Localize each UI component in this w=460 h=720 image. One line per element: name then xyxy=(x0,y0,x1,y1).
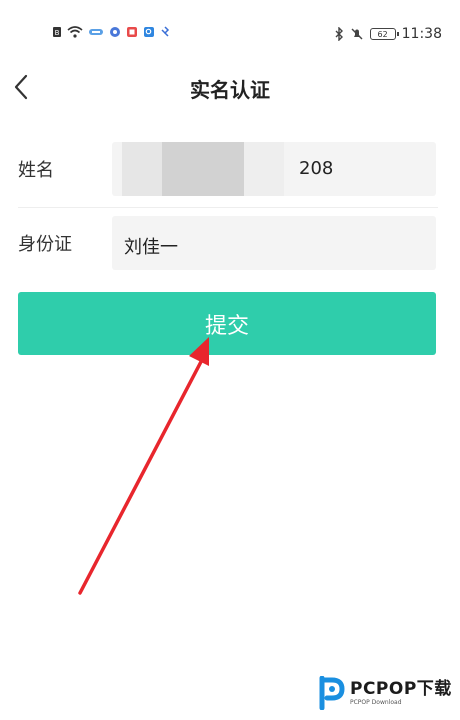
status-bar: B 62 11:38 xyxy=(0,0,460,66)
svg-text:B: B xyxy=(55,29,60,37)
bluetooth-icon xyxy=(335,27,343,41)
pcpop-logo-icon xyxy=(319,676,345,710)
id-row: 身份证 刘佳一 xyxy=(0,216,460,272)
id-value: 刘佳一 xyxy=(124,237,178,258)
page-title: 实名认证 xyxy=(190,78,270,102)
status-time: 11:38 xyxy=(401,26,442,42)
app-icon xyxy=(127,27,137,37)
watermark-logo: PCPOP下载 PCPOP Download xyxy=(318,676,452,710)
status-icons-left: B xyxy=(52,26,170,38)
wifi-icon xyxy=(67,26,83,38)
sim-icon: B xyxy=(53,27,61,37)
name-input[interactable]: 208 xyxy=(112,142,436,196)
blurred-redaction xyxy=(244,142,284,196)
nav-bar: 实名认证 xyxy=(0,66,460,110)
screen: B 62 11:38 实名认证 姓名 208 身份证 刘佳一 提交 PCPOP下… xyxy=(0,0,460,720)
battery-level: 62 xyxy=(377,29,388,39)
name-row: 姓名 208 xyxy=(0,142,460,198)
app-icon xyxy=(161,26,170,37)
app-icon xyxy=(89,29,103,35)
blurred-redaction xyxy=(162,142,244,196)
id-label: 身份证 xyxy=(18,234,72,255)
watermark-subtext: PCPOP Download xyxy=(350,698,402,706)
blurred-redaction xyxy=(122,142,162,196)
id-input[interactable]: 刘佳一 xyxy=(112,216,436,270)
watermark-text: PCPOP下载 xyxy=(350,678,452,699)
status-icons-right: 62 11:38 xyxy=(334,26,442,42)
name-label: 姓名 xyxy=(18,160,54,181)
row-divider xyxy=(18,207,438,208)
app-icon xyxy=(110,27,120,37)
submit-button[interactable]: 提交 xyxy=(18,292,436,355)
battery-icon: 62 xyxy=(369,28,399,40)
name-value: 208 xyxy=(299,158,334,179)
mute-icon xyxy=(351,28,363,40)
app-icon xyxy=(144,27,154,37)
